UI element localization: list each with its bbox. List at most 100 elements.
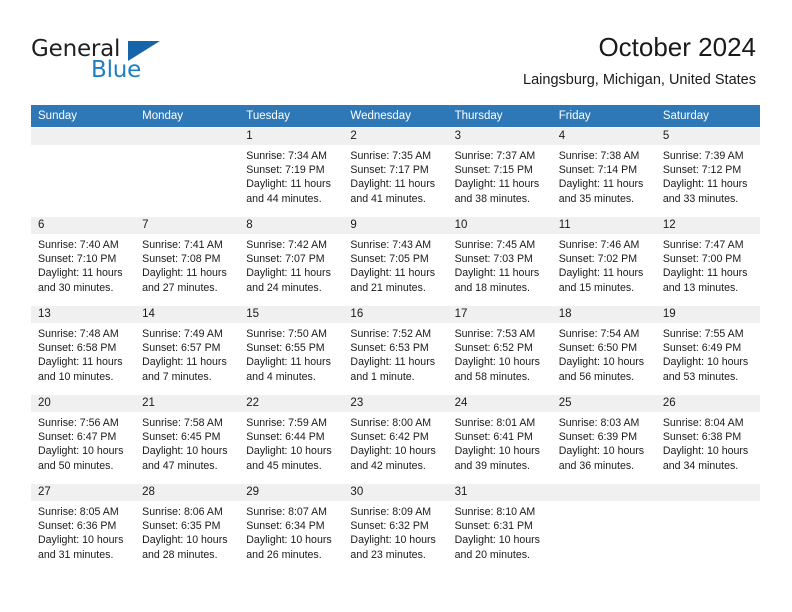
calendar-day-cell[interactable]: 16 Sunrise: 7:52 AM Sunset: 6:53 PM Dayligh…	[343, 305, 448, 394]
day-cell-box: 27 Sunrise: 8:05 AM Sunset: 6:36 PM Dayligh…	[31, 483, 136, 572]
calendar-day-cell[interactable]: 1 Sunrise: 7:34 AM Sunset: 7:19 PM Daylight…	[239, 127, 344, 216]
calendar-week-row: 27 Sunrise: 8:05 AM Sunset: 6:36 PM Dayligh…	[31, 483, 760, 572]
day-number: 22	[239, 395, 344, 412]
day-cell-box	[551, 483, 656, 572]
calendar-day-cell[interactable]: 12 Sunrise: 7:47 AM Sunset: 7:00 PM Dayligh…	[655, 216, 760, 305]
sunrise-time: Sunrise: 7:56 AM	[38, 417, 119, 429]
day-number: 16	[343, 306, 448, 323]
calendar-day-cell[interactable]: 19 Sunrise: 7:55 AM Sunset: 6:49 PM Dayligh…	[655, 305, 760, 394]
calendar-day-cell[interactable]: 24 Sunrise: 8:01 AM Sunset: 6:41 PM Dayligh…	[447, 394, 552, 483]
calendar-day-cell[interactable]: 9 Sunrise: 7:43 AM Sunset: 7:05 PM Daylight…	[343, 216, 448, 305]
sunset-time: Sunset: 7:14 PM	[558, 164, 638, 177]
sunset-time: Sunset: 7:03 PM	[454, 253, 533, 266]
sunset-time: Sunset: 7:12 PM	[662, 164, 742, 177]
daylight-duration-line1: Daylight: 10 hours	[350, 534, 436, 547]
calendar-day-cell[interactable]: 25 Sunrise: 8:03 AM Sunset: 6:39 PM Dayligh…	[551, 394, 656, 483]
day-info	[31, 145, 135, 149]
day-number: 18	[551, 306, 656, 323]
calendar-day-cell[interactable]: 18 Sunrise: 7:54 AM Sunset: 6:50 PM Dayligh…	[551, 305, 656, 394]
day-cell-box: 20 Sunrise: 7:56 AM Sunset: 6:47 PM Dayligh…	[31, 394, 136, 483]
day-cell-box: 24 Sunrise: 8:01 AM Sunset: 6:41 PM Dayligh…	[447, 394, 552, 483]
sunrise-time: Sunrise: 8:04 AM	[662, 417, 744, 429]
day-cell-box: 12 Sunrise: 7:47 AM Sunset: 7:00 PM Dayligh…	[655, 216, 760, 305]
day-cell-box	[135, 127, 240, 216]
calendar-day-cell[interactable]: 6 Sunrise: 7:40 AM Sunset: 7:10 PM Daylight…	[31, 216, 136, 305]
sunrise-time: Sunrise: 8:06 AM	[142, 506, 223, 518]
daylight-duration-line2: and 10 minutes.	[38, 370, 114, 383]
calendar-day-cell[interactable]: 15 Sunrise: 7:50 AM Sunset: 6:55 PM Dayligh…	[239, 305, 344, 394]
calendar-day-cell[interactable]: 5 Sunrise: 7:39 AM Sunset: 7:12 PM Daylight…	[655, 127, 760, 216]
day-cell-box: 1 Sunrise: 7:34 AM Sunset: 7:19 PM Daylight…	[239, 127, 344, 216]
daylight-duration-line2: and 33 minutes.	[662, 192, 739, 205]
day-number: 27	[31, 484, 136, 501]
sunrise-time: Sunrise: 8:05 AM	[38, 506, 119, 518]
sunset-time: Sunset: 6:32 PM	[350, 520, 429, 533]
calendar-day-cell[interactable]: 20 Sunrise: 7:56 AM Sunset: 6:47 PM Dayligh…	[31, 394, 136, 483]
day-cell-box: 30 Sunrise: 8:09 AM Sunset: 6:32 PM Dayligh…	[343, 483, 448, 572]
calendar-day-cell[interactable]: 22 Sunrise: 7:59 AM Sunset: 6:44 PM Dayligh…	[239, 394, 344, 483]
day-info: Sunrise: 8:03 AM Sunset: 6:39 PM Daylight:…	[552, 412, 656, 473]
sunrise-time: Sunrise: 7:52 AM	[350, 328, 432, 340]
day-cell-box: 31 Sunrise: 8:10 AM Sunset: 6:31 PM Dayligh…	[447, 483, 552, 572]
calendar-day-cell[interactable]: 21 Sunrise: 7:58 AM Sunset: 6:45 PM Dayligh…	[135, 394, 240, 483]
day-info: Sunrise: 8:04 AM Sunset: 6:38 PM Daylight:…	[656, 412, 760, 473]
calendar-day-cell[interactable]: 23 Sunrise: 8:00 AM Sunset: 6:42 PM Dayligh…	[343, 394, 448, 483]
calendar-day-cell[interactable]: 30 Sunrise: 8:09 AM Sunset: 6:32 PM Dayligh…	[343, 483, 448, 572]
day-info: Sunrise: 7:55 AM Sunset: 6:49 PM Daylight:…	[656, 323, 760, 384]
sunrise-time: Sunrise: 7:53 AM	[454, 328, 536, 340]
daylight-duration-line1: Daylight: 10 hours	[558, 445, 645, 458]
sunrise-time: Sunrise: 7:43 AM	[350, 239, 432, 251]
calendar-day-cell[interactable]: 31 Sunrise: 8:10 AM Sunset: 6:31 PM Dayligh…	[447, 483, 552, 572]
calendar-day-cell-empty	[551, 483, 656, 572]
calendar-day-cell[interactable]: 3 Sunrise: 7:37 AM Sunset: 7:15 PM Daylight…	[447, 127, 552, 216]
daylight-duration-line2: and 41 minutes.	[350, 192, 426, 205]
sunset-time: Sunset: 6:45 PM	[142, 431, 221, 444]
calendar-day-cell[interactable]: 10 Sunrise: 7:45 AM Sunset: 7:03 PM Dayligh…	[447, 216, 552, 305]
day-number: 19	[655, 306, 760, 323]
day-number: 20	[31, 395, 136, 412]
day-number: 3	[447, 128, 552, 145]
sunset-time: Sunset: 6:44 PM	[246, 431, 325, 444]
calendar-day-cell[interactable]: 27 Sunrise: 8:05 AM Sunset: 6:36 PM Dayligh…	[31, 483, 136, 572]
calendar-day-cell[interactable]: 29 Sunrise: 8:07 AM Sunset: 6:34 PM Dayligh…	[239, 483, 344, 572]
calendar-day-cell[interactable]: 26 Sunrise: 8:04 AM Sunset: 6:38 PM Dayligh…	[655, 394, 760, 483]
day-number: 21	[135, 395, 240, 412]
general-blue-logo[interactable]: General Blue	[31, 36, 211, 84]
day-info: Sunrise: 7:34 AM Sunset: 7:19 PM Daylight:…	[239, 145, 343, 206]
day-number: 10	[447, 217, 552, 234]
daylight-duration-line2: and 20 minutes.	[454, 548, 530, 561]
day-number: 29	[239, 484, 344, 501]
calendar-day-cell[interactable]: 8 Sunrise: 7:42 AM Sunset: 7:07 PM Daylight…	[239, 216, 344, 305]
day-cell-box	[31, 127, 136, 216]
calendar-day-cell[interactable]: 28 Sunrise: 8:06 AM Sunset: 6:35 PM Dayligh…	[135, 483, 240, 572]
calendar-day-cell[interactable]: 2 Sunrise: 7:35 AM Sunset: 7:17 PM Daylight…	[343, 127, 448, 216]
calendar-day-cell[interactable]: 7 Sunrise: 7:41 AM Sunset: 7:08 PM Daylight…	[135, 216, 240, 305]
sunrise-time: Sunrise: 8:01 AM	[454, 417, 536, 429]
day-cell-box: 5 Sunrise: 7:39 AM Sunset: 7:12 PM Daylight…	[655, 127, 760, 216]
sunset-time: Sunset: 6:31 PM	[454, 520, 533, 533]
sunrise-time: Sunrise: 8:00 AM	[350, 417, 432, 429]
sunset-time: Sunset: 6:55 PM	[246, 342, 325, 355]
sunrise-time: Sunrise: 7:37 AM	[454, 150, 536, 162]
sunrise-time: Sunrise: 7:41 AM	[142, 239, 223, 251]
calendar-day-cell[interactable]: 11 Sunrise: 7:46 AM Sunset: 7:02 PM Dayligh…	[551, 216, 656, 305]
calendar-day-cell[interactable]: 14 Sunrise: 7:49 AM Sunset: 6:57 PM Dayligh…	[135, 305, 240, 394]
daylight-duration-line1: Daylight: 11 hours	[558, 178, 644, 191]
sunset-time: Sunset: 6:39 PM	[558, 431, 638, 444]
daylight-duration-line2: and 56 minutes.	[558, 370, 635, 383]
daylight-duration-line1: Daylight: 11 hours	[350, 356, 436, 369]
sunset-time: Sunset: 6:42 PM	[350, 431, 429, 444]
daylight-duration-line2: and 47 minutes.	[142, 459, 218, 472]
daylight-duration-line1: Daylight: 11 hours	[38, 356, 123, 369]
calendar-page: General Blue October 2024 Laingsburg, Mi…	[0, 0, 792, 612]
sunset-time: Sunset: 6:58 PM	[38, 342, 117, 355]
calendar-day-cell[interactable]: 4 Sunrise: 7:38 AM Sunset: 7:14 PM Daylight…	[551, 127, 656, 216]
calendar-day-cell[interactable]: 17 Sunrise: 7:53 AM Sunset: 6:52 PM Dayligh…	[447, 305, 552, 394]
day-cell-box: 26 Sunrise: 8:04 AM Sunset: 6:38 PM Dayligh…	[655, 394, 760, 483]
sunset-time: Sunset: 7:15 PM	[454, 164, 533, 177]
calendar-day-cell[interactable]: 13 Sunrise: 7:48 AM Sunset: 6:58 PM Dayligh…	[31, 305, 136, 394]
daylight-duration-line1: Daylight: 10 hours	[662, 356, 749, 369]
daylight-duration-line2: and 42 minutes.	[350, 459, 426, 472]
daylight-duration-line2: and 1 minute.	[350, 370, 415, 383]
day-cell-box: 4 Sunrise: 7:38 AM Sunset: 7:14 PM Daylight…	[551, 127, 656, 216]
